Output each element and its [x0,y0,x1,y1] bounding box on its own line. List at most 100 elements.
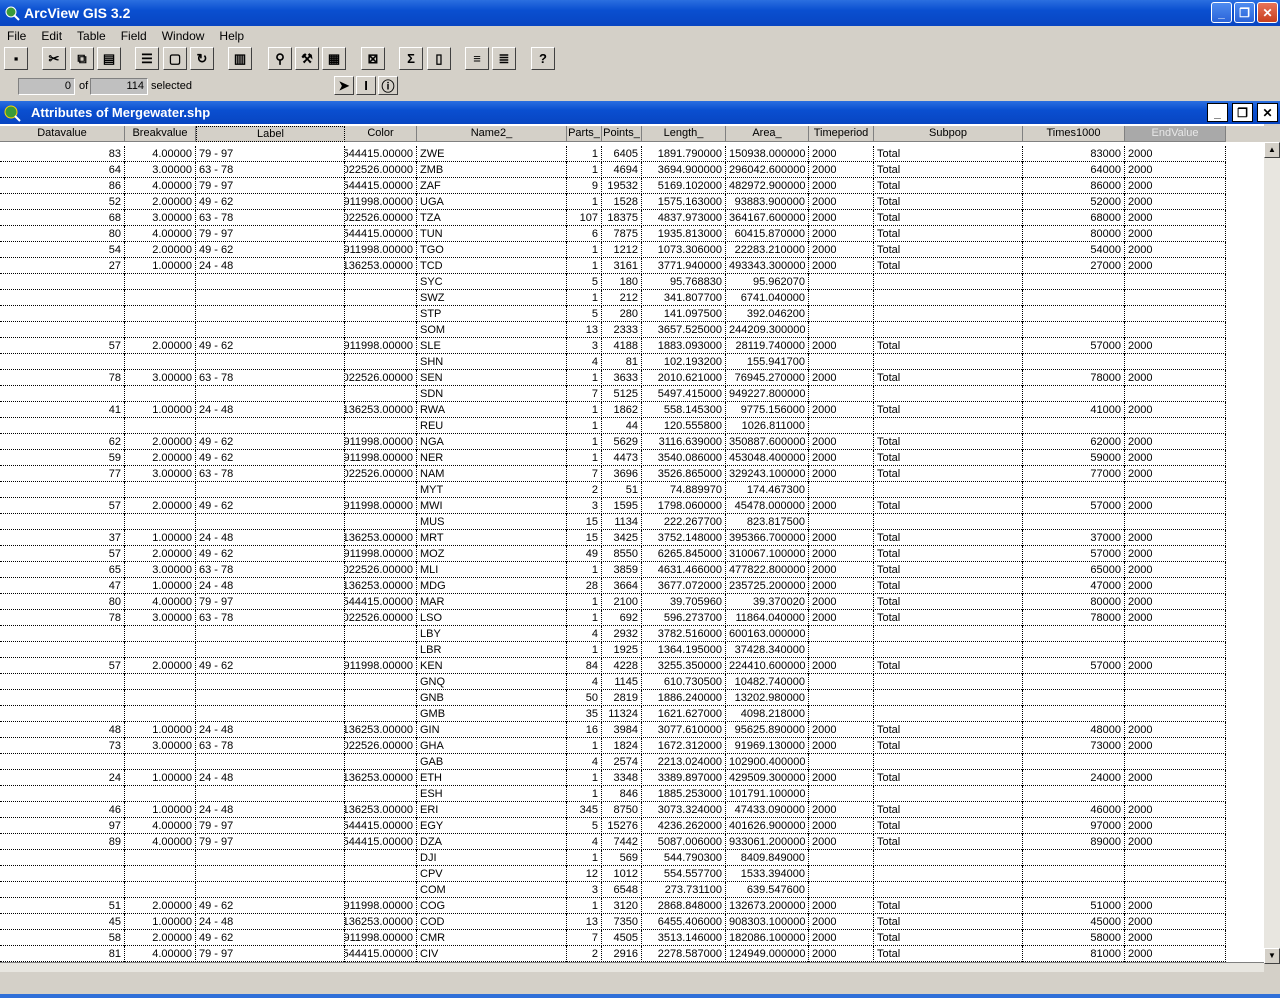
cell-area[interactable]: 45478.000000 [726,498,809,514]
cell-subpop[interactable]: Total [874,498,1023,514]
cell-breakvalue[interactable]: 1.00000 [125,802,196,818]
column-header-timeperiod[interactable]: Timeperiod [809,126,874,142]
column-header-times1000[interactable]: Times1000 [1023,126,1125,142]
cell-times1000[interactable] [1023,706,1125,722]
column-header-endvalue[interactable]: EndValue [1125,126,1226,142]
cell-name2[interactable]: SOM [417,322,567,338]
cell-area[interactable]: 6741.040000 [726,290,809,306]
cell-color[interactable] [345,706,417,722]
cell-points[interactable]: 3859 [602,562,642,578]
cell-times1000[interactable]: 64000 [1023,162,1125,178]
cell-length[interactable]: 3255.350000 [642,658,726,674]
cell-times1000[interactable]: 68000 [1023,210,1125,226]
cell-color[interactable] [345,482,417,498]
cell-color[interactable]: 136253.00000 [345,770,417,786]
cell-area[interactable]: 39.370020 [726,594,809,610]
cell-breakvalue[interactable]: 4.00000 [125,818,196,834]
cell-label[interactable] [196,866,345,882]
table-restore-button[interactable]: ❐ [1232,103,1253,122]
cell-color[interactable]: 911998.00000 [345,194,417,210]
cell-parts[interactable]: 12 [567,866,602,882]
table-row[interactable]: CPV 12 1012 554.557700 1533.394000 [0,866,1226,882]
cell-parts[interactable]: 13 [567,322,602,338]
restore-button[interactable]: ❐ [1234,2,1255,23]
cell-subpop[interactable] [874,690,1023,706]
cell-label[interactable]: 79 - 97 [196,818,345,834]
cell-color[interactable]: 911998.00000 [345,898,417,914]
cell-points[interactable]: 3120 [602,898,642,914]
cell-breakvalue[interactable] [125,354,196,370]
cell-datavalue[interactable]: 27 [0,258,125,274]
cell-points[interactable]: 15276 [602,818,642,834]
cell-points[interactable]: 4473 [602,450,642,466]
cell-breakvalue[interactable] [125,274,196,290]
cell-label[interactable]: 63 - 78 [196,738,345,754]
cell-color[interactable] [345,882,417,898]
cell-endvalue[interactable]: 2000 [1125,722,1226,738]
cell-datavalue[interactable]: 97 [0,818,125,834]
cell-parts[interactable]: 1 [567,562,602,578]
table-row[interactable]: LBR 1 1925 1364.195000 37428.340000 [0,642,1226,658]
cell-subpop[interactable]: Total [874,226,1023,242]
cell-subpop[interactable]: Total [874,450,1023,466]
cell-color[interactable] [345,754,417,770]
table-row[interactable]: 65 3.00000 63 - 78 022526.00000 MLI 1 3859 4631… [0,562,1226,578]
cell-length[interactable]: 554.557700 [642,866,726,882]
cell-label[interactable]: 79 - 97 [196,146,345,162]
cell-name2[interactable]: ZMB [417,162,567,178]
cell-area[interactable]: 235725.200000 [726,578,809,594]
sum-icon[interactable]: Σ [399,47,423,70]
table-row[interactable]: 97 4.00000 79 - 97 544415.00000 EGY 5 15276 423… [0,818,1226,834]
cell-parts[interactable]: 1 [567,162,602,178]
cell-times1000[interactable]: 51000 [1023,898,1125,914]
table-row[interactable]: GNB 50 2819 1886.240000 13202.980000 [0,690,1226,706]
cell-times1000[interactable] [1023,786,1125,802]
cell-timeperiod[interactable]: 2000 [809,226,874,242]
cell-parts[interactable]: 1 [567,194,602,210]
cell-endvalue[interactable]: 2000 [1125,258,1226,274]
cell-name2[interactable]: ESH [417,786,567,802]
cell-length[interactable]: 3782.516000 [642,626,726,642]
cell-length[interactable]: 610.730500 [642,674,726,690]
cell-length[interactable]: 39.705960 [642,594,726,610]
cell-label[interactable]: 49 - 62 [196,546,345,562]
cell-name2[interactable]: SYC [417,274,567,290]
cell-timeperiod[interactable]: 2000 [809,370,874,386]
cell-times1000[interactable] [1023,274,1125,290]
cell-times1000[interactable] [1023,482,1125,498]
cell-datavalue[interactable]: 59 [0,450,125,466]
cell-area[interactable]: 28119.740000 [726,338,809,354]
cell-area[interactable]: 182086.100000 [726,930,809,946]
cell-area[interactable]: 600163.000000 [726,626,809,642]
cell-breakvalue[interactable] [125,754,196,770]
cell-points[interactable]: 11324 [602,706,642,722]
cell-color[interactable] [345,850,417,866]
cell-name2[interactable]: GAB [417,754,567,770]
cell-area[interactable]: 1026.811000 [726,418,809,434]
cell-area[interactable]: 10482.740000 [726,674,809,690]
cell-label[interactable] [196,482,345,498]
cell-timeperiod[interactable]: 2000 [809,210,874,226]
cell-name2[interactable]: TUN [417,226,567,242]
cell-endvalue[interactable]: 2000 [1125,210,1226,226]
cell-color[interactable] [345,514,417,530]
cell-breakvalue[interactable]: 4.00000 [125,226,196,242]
cell-subpop[interactable]: Total [874,258,1023,274]
menu-field[interactable]: Field [114,29,155,43]
cell-datavalue[interactable]: 54 [0,242,125,258]
cell-label[interactable]: 63 - 78 [196,370,345,386]
cell-area[interactable]: 9775.156000 [726,402,809,418]
cell-breakvalue[interactable]: 2.00000 [125,242,196,258]
cell-timeperiod[interactable] [809,274,874,290]
cell-length[interactable]: 6455.406000 [642,914,726,930]
cell-label[interactable]: 49 - 62 [196,242,345,258]
cell-breakvalue[interactable]: 2.00000 [125,338,196,354]
cell-timeperiod[interactable] [809,418,874,434]
cell-times1000[interactable] [1023,290,1125,306]
cell-parts[interactable]: 1 [567,242,602,258]
cell-name2[interactable]: EGY [417,818,567,834]
paste-icon[interactable]: ▤ [97,47,121,70]
cell-endvalue[interactable] [1125,882,1226,898]
cell-subpop[interactable] [874,354,1023,370]
cell-length[interactable]: 1886.240000 [642,690,726,706]
